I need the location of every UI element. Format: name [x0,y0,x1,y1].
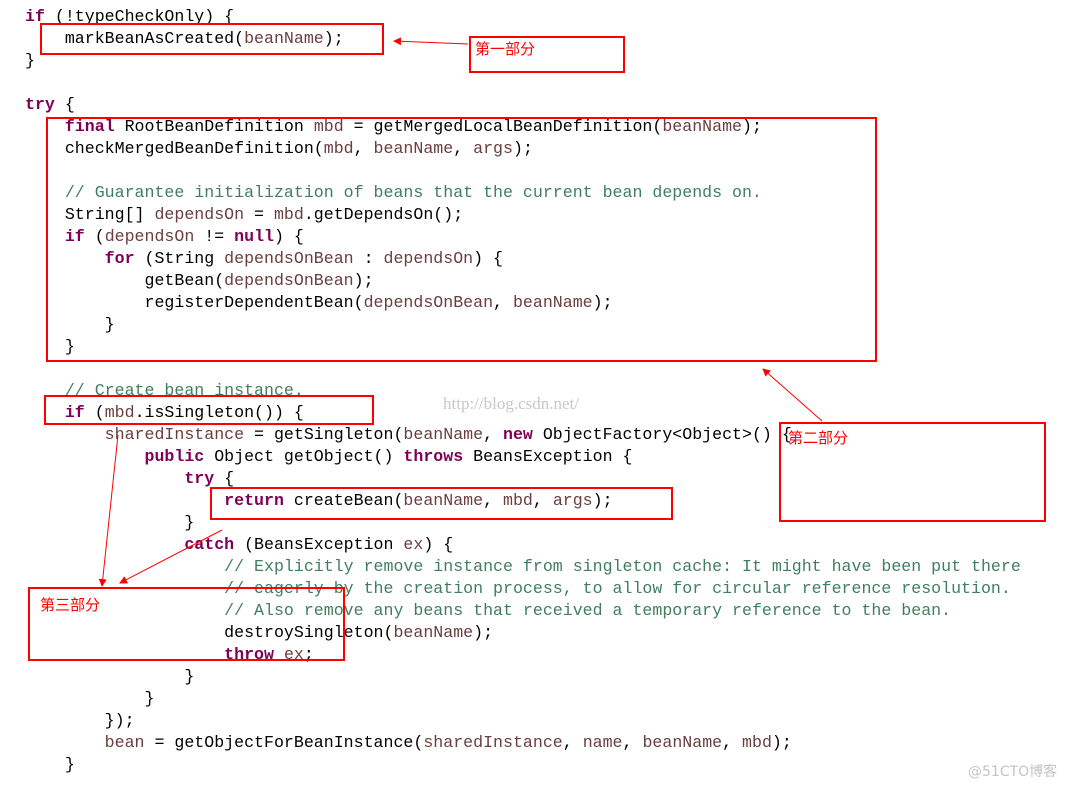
highlight-box-create-bean [210,487,673,520]
arrow-part2 [762,368,823,422]
highlight-box-merged-definition [46,117,877,362]
arrow-part3-b [119,529,223,584]
watermark-csdn: http://blog.csdn.net/ [443,394,579,413]
label-part1: 第一部分 [475,40,536,58]
arrow-part3-a [98,434,119,587]
watermark-51cto: @51CTO博客 [968,764,1058,780]
highlight-box-is-singleton [44,395,374,425]
label-part3: 第三部分 [40,596,101,614]
label-part2: 第二部分 [788,429,849,447]
highlight-box-mark-bean [40,23,384,55]
arrow-part1 [393,37,469,46]
